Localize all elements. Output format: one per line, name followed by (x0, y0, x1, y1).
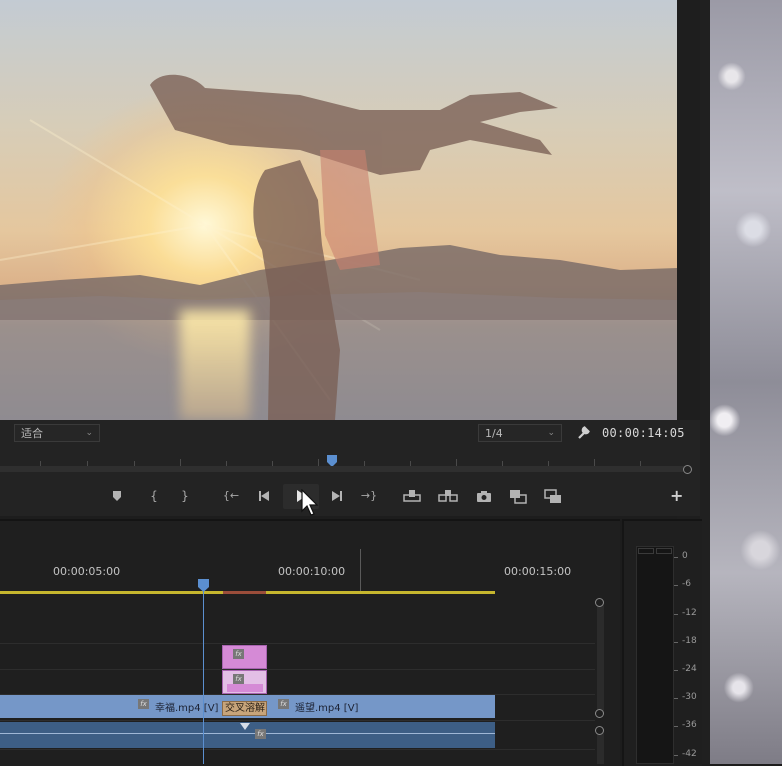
export-frame-icon[interactable] (473, 486, 495, 506)
playback-resolution-dropdown[interactable]: 1/4 ⌄ (478, 424, 562, 442)
ruler-label-5s: 00:00:05:00 (53, 565, 121, 578)
go-to-in-icon[interactable]: {← (220, 486, 242, 506)
program-monitor-video (0, 0, 677, 420)
lift-icon[interactable] (401, 486, 423, 506)
chevron-down-icon: ⌄ (547, 428, 555, 438)
ruler-label-10s: 00:00:10:00 (278, 565, 346, 578)
fx-badge: fx (255, 729, 266, 739)
render-bar-unrendered (223, 591, 266, 594)
track-divider (0, 720, 595, 721)
db-label: -36 (682, 720, 697, 730)
add-marker-icon[interactable] (106, 486, 128, 506)
db-tick (674, 726, 678, 727)
clip-fill (227, 684, 263, 692)
video-tracks-scrollbar[interactable] (597, 602, 604, 714)
monitor-scrub-bar[interactable] (0, 466, 684, 472)
clip-indicator-right[interactable] (656, 548, 672, 554)
timeline-playhead-line[interactable] (203, 590, 204, 764)
mark-out-icon[interactable]: } (174, 486, 196, 506)
zoom-fit-dropdown[interactable]: 适合 ⌄ (14, 424, 100, 442)
extract-icon[interactable] (437, 486, 459, 506)
scrollbar-bottom-handle[interactable] (595, 709, 604, 718)
clip-label-yaowang: 遥望.mp4 [V] (295, 703, 359, 714)
add-button[interactable]: + (670, 486, 683, 505)
db-tick (674, 585, 678, 586)
db-tick (674, 670, 678, 671)
ruler-tick (360, 549, 361, 591)
track-divider (0, 669, 595, 670)
scrollbar-top-handle[interactable] (595, 598, 604, 607)
audio-meter-bar (636, 546, 674, 764)
insert-icon[interactable] (507, 486, 529, 506)
overwrite-icon[interactable] (542, 486, 564, 506)
go-to-out-icon[interactable]: →} (358, 486, 380, 506)
keyframe-marker-icon[interactable] (239, 722, 251, 732)
db-label: -42 (682, 749, 697, 759)
timeline-playhead-marker[interactable] (197, 578, 210, 592)
source-panel-thumbnail (710, 0, 782, 764)
db-tick (674, 755, 678, 756)
playback-resolution-value: 1/4 (485, 427, 503, 440)
mouse-cursor-icon (301, 488, 321, 521)
db-tick (674, 614, 678, 615)
fx-badge: fx (233, 649, 244, 659)
track-divider (0, 643, 595, 644)
db-label: -24 (682, 664, 697, 674)
cross-dissolve-transition[interactable]: 交叉溶解 (222, 701, 267, 716)
clip-label-xingfu: 幸福.mp4 [V] (155, 703, 219, 714)
zoom-fit-value: 适合 (21, 427, 43, 440)
mark-in-icon[interactable]: { (143, 486, 165, 506)
db-label: -30 (682, 692, 697, 702)
monitor-time-ruler[interactable] (0, 452, 690, 466)
db-tick (674, 642, 678, 643)
track-divider (0, 749, 595, 750)
playhead-timecode[interactable]: 00:00:14:05 (602, 426, 685, 440)
step-forward-icon[interactable] (325, 486, 347, 506)
scrub-zoom-handle[interactable] (683, 465, 692, 474)
step-back-icon[interactable] (254, 486, 276, 506)
db-tick (674, 557, 678, 558)
sun-reflection (180, 310, 250, 420)
fx-badge: fx (138, 699, 149, 709)
adjustment-clip-v3[interactable]: fx (222, 645, 267, 669)
audio-tracks-scrollbar[interactable] (597, 730, 604, 764)
scrollbar-top-handle[interactable] (595, 726, 604, 735)
db-tick (674, 698, 678, 699)
ruler-label-15s: 00:00:15:00 (504, 565, 572, 578)
fx-badge: fx (233, 674, 244, 684)
db-label: -6 (682, 579, 691, 589)
adjustment-clip-v2[interactable]: fx (222, 670, 267, 694)
monitor-playhead-marker[interactable] (327, 452, 337, 467)
db-label: -12 (682, 608, 697, 618)
audio-volume-line[interactable] (0, 733, 495, 734)
sunset-scene-image (0, 74, 677, 420)
fx-badge: fx (278, 699, 289, 709)
db-label: 0 (682, 551, 688, 561)
clip-indicator-left[interactable] (638, 548, 654, 554)
chevron-down-icon: ⌄ (85, 428, 93, 438)
settings-wrench-icon[interactable] (576, 424, 592, 440)
db-label: -18 (682, 636, 697, 646)
